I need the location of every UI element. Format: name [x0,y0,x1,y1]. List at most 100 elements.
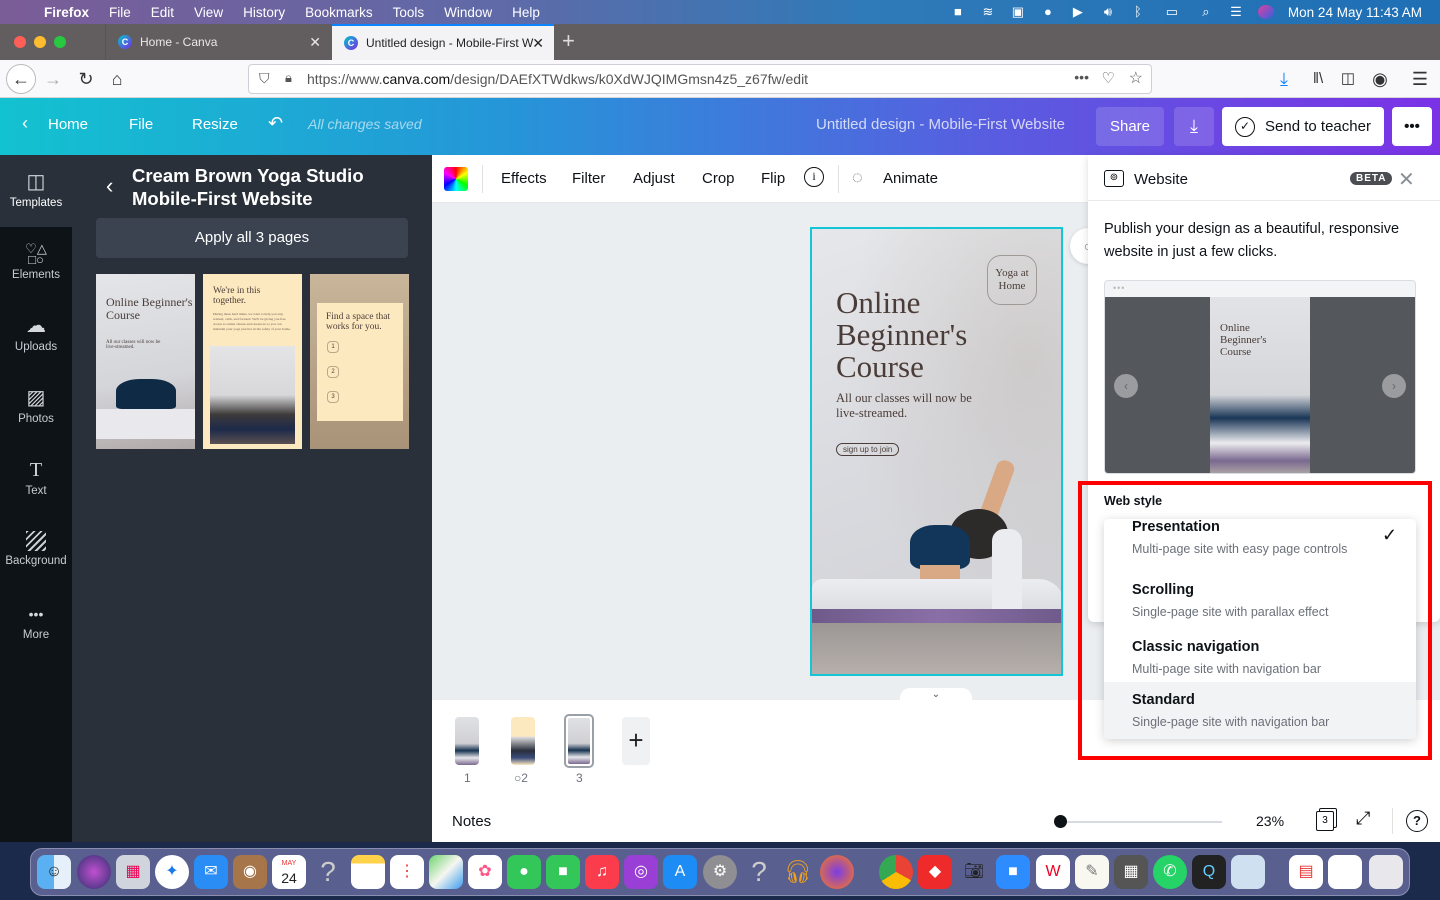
sidebar-item-text[interactable]: T Text [0,443,72,515]
search-icon[interactable]: ⌕ [1198,5,1214,19]
dock-messages-icon[interactable]: ● [507,855,541,889]
web-style-option-standard[interactable]: Standard Single-page site with navigatio… [1104,682,1416,739]
menu-history[interactable]: History [233,5,295,20]
dock-finder-icon[interactable]: ☺ [37,855,71,889]
template-thumbnail-3[interactable]: Find a space that works for you. 1 2 3 [310,274,409,449]
dock-textedit-icon[interactable]: ✎ [1075,855,1109,889]
notes-button[interactable]: Notes [452,813,491,830]
dock-facetime-icon[interactable]: ■ [546,855,580,889]
dock-calculator-icon[interactable]: ▦ [1114,855,1148,889]
account-icon[interactable]: ◉ [1368,67,1392,91]
dock-siri-icon[interactable] [77,855,111,889]
minimize-window-button[interactable] [34,36,46,48]
dock-anydesk-icon[interactable]: ◆ [918,855,952,889]
preview-prev-button[interactable]: ‹ [1114,374,1138,398]
page-count-button[interactable]: 3 [1316,811,1334,831]
url-bar[interactable]: ⛉ 🔒︎ https://www.canva.com/design/DAEfXT… [248,64,1152,94]
dock-mail-icon[interactable]: ✉ [194,855,228,889]
maximize-window-button[interactable] [54,36,66,48]
dock-trash-icon[interactable] [1369,855,1403,889]
info-icon[interactable]: i [804,167,824,187]
shield-icon[interactable]: ⛉ [259,70,270,87]
forward-button[interactable]: → [41,67,65,91]
siri-icon[interactable] [1257,5,1274,19]
dock-unknown-icon[interactable]: ? [742,855,776,889]
menu-edit[interactable]: Edit [141,5,184,20]
close-panel-icon[interactable]: ✕ [1398,167,1415,192]
dock-safari-icon[interactable]: ✦ [155,855,189,889]
close-window-button[interactable] [14,36,26,48]
back-chevron-icon[interactable]: ‹ [106,173,113,199]
dock-podcasts-icon[interactable]: ◎ [624,855,658,889]
page-thumb-2[interactable] [511,717,535,765]
sidebar-item-templates[interactable]: ◫ Templates [0,155,72,227]
library-icon[interactable]: ǁ\ [1306,67,1330,91]
page-thumb-3-selected[interactable] [564,714,594,768]
dock-audacity-icon[interactable]: 🎧︎ [781,855,815,889]
design-title[interactable]: Untitled design - Mobile-First Website [816,116,1065,133]
dock-contacts-icon[interactable]: ◉ [233,855,267,889]
menu-help[interactable]: Help [502,5,550,20]
page-actions-icon[interactable]: ••• [1074,69,1089,85]
zoom-icon[interactable]: ■ [950,5,966,19]
sidebar-item-photos[interactable]: ▨ Photos [0,371,72,443]
close-tab-icon[interactable]: ✕ [309,34,321,51]
more-options-button[interactable]: ••• [1392,107,1432,146]
menu-window[interactable]: Window [434,5,502,20]
pocket-icon[interactable]: ♡ [1102,69,1115,87]
dock-firefox-icon[interactable] [820,855,854,889]
dock-quicktime-icon[interactable]: Q [1192,855,1226,889]
dock-launchpad-icon[interactable]: ▦ [116,855,150,889]
web-style-option-presentation[interactable]: Presentation Multi-page site with easy p… [1104,519,1416,576]
dock-camera-icon[interactable]: 📷︎ [957,855,991,889]
reload-button[interactable]: ↻ [74,67,98,91]
zoom-slider-handle[interactable] [1054,815,1067,828]
chevron-left-icon[interactable]: ‹ [22,113,28,134]
page-thumb-1[interactable] [455,717,479,765]
tab-home-canva[interactable]: C Home - Canva ✕ [105,24,331,60]
app-menu-icon[interactable]: ☰ [1408,67,1432,91]
dock-maps-icon[interactable] [429,855,463,889]
page-subtext[interactable]: All our classes will now be live-streamed… [836,391,972,421]
dock-photos-icon[interactable]: ✿ [468,855,502,889]
adjust-button[interactable]: Adjust [633,170,675,187]
menu-file[interactable]: File [99,5,141,20]
sidebar-item-more[interactable]: ••• More [0,587,72,659]
yoga-badge[interactable]: Yoga at Home [987,255,1037,305]
bluetooth-icon[interactable]: ᛒ [1130,5,1146,19]
design-page[interactable]: Yoga at Home Online Beginner's Course All… [810,227,1063,676]
play-icon[interactable]: ▶ [1070,5,1086,19]
dock-preview-icon[interactable] [1231,855,1265,889]
zoom-slider-track[interactable] [1062,821,1222,823]
dock-calendar-icon[interactable]: MAY 24 [272,855,306,889]
preview-next-button[interactable]: › [1382,374,1406,398]
undo-icon[interactable]: ↶ [268,113,283,134]
sidebar-item-background[interactable]: Background [0,515,72,587]
send-to-teacher-button[interactable]: ✓ Send to teacher [1222,107,1384,146]
file-menu[interactable]: File [129,116,153,133]
template-thumbnail-1[interactable]: Online Beginner's Course All our classes… [96,274,195,449]
dock-system-preferences-icon[interactable]: ⚙ [703,855,737,889]
dock-music-icon[interactable]: ♫ [585,855,619,889]
menu-app-firefox[interactable]: Firefox [34,5,99,20]
bookmark-icon[interactable]: ▣ [1010,5,1026,19]
dock-documents-icon[interactable]: ▤ [1289,855,1323,889]
color-picker-icon[interactable] [444,167,468,191]
tab-untitled-design[interactable]: C Untitled design - Mobile-First W ✕ [332,24,554,60]
lock-icon[interactable]: 🔒︎ [285,70,292,86]
download-button[interactable]: ⤓ [1174,107,1214,146]
dock-wps-icon[interactable]: W [1036,855,1070,889]
control-center-icon[interactable]: ☰ [1228,5,1244,19]
url-text[interactable]: https://www.canva.com/design/DAEfXTWdkws… [307,71,808,87]
expand-pages-chevron-icon[interactable]: ⌄ [900,688,972,702]
dock-notes-icon[interactable] [351,855,385,889]
sidebar-toggle-icon[interactable]: ◫ [1336,67,1360,91]
sidebar-item-uploads[interactable]: ☁ Uploads [0,299,72,371]
dock-reminders-icon[interactable]: ⋮ [390,855,424,889]
wifi-icon[interactable]: ≋ [980,5,996,19]
dock-chrome-icon[interactable] [879,855,913,889]
fullscreen-icon[interactable]: ⤢ [1356,808,1370,829]
menu-view[interactable]: View [184,5,233,20]
sidebar-item-elements[interactable]: ♡△ □○ Elements [0,227,72,299]
battery-icon[interactable]: ▭ [1160,5,1184,19]
